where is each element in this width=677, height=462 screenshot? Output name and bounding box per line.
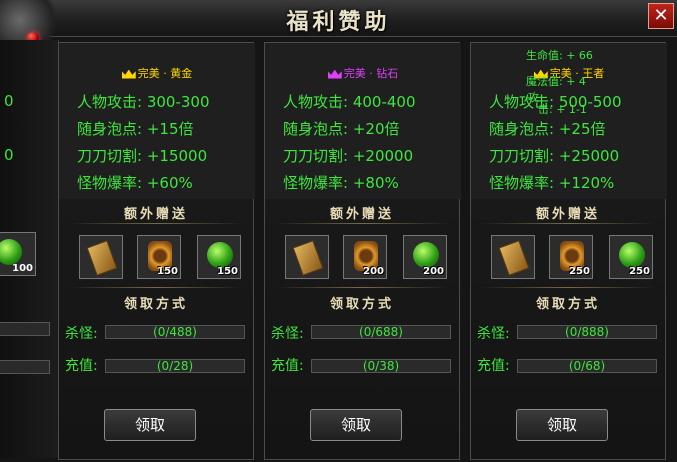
kill-progress-bar: (0/888) (517, 325, 657, 339)
tooltip-mp: 魔法值: + 4 (526, 75, 586, 88)
book-icon (292, 240, 324, 276)
partial-stat: 0 (4, 146, 14, 164)
book-icon (86, 240, 118, 276)
orb-icon (619, 242, 645, 268)
orb-icon (207, 242, 233, 268)
cut-stat: 刀刀切割: +15000 (77, 147, 208, 165)
claim-method-heading: 领取方式 (329, 297, 394, 312)
quality-label: 完美 (137, 67, 160, 80)
kill-progress-bar: (0/488) (105, 325, 245, 339)
recharge-label: 充值: (65, 358, 98, 374)
kill-progress-bar: (0/688) (311, 325, 451, 339)
divider (481, 287, 655, 288)
claim-method-heading: 领取方式 (535, 297, 600, 312)
extra-gift-heading: 额外赠送 (123, 207, 188, 222)
item-slot-orb[interactable]: 200 (403, 235, 447, 279)
book-icon (498, 240, 530, 276)
divider (69, 223, 243, 224)
partial-item-slot[interactable]: 100 (0, 232, 36, 276)
drop-stat: 怪物爆率: +80% (283, 174, 399, 192)
item-slot-medal[interactable]: 200 (343, 235, 387, 279)
divider (69, 287, 243, 288)
drop-stat: 怪物爆率: +120% (489, 174, 615, 192)
bubble-stat: 随身泡点: +25倍 (489, 120, 606, 138)
partial-stat: 0 (4, 92, 14, 110)
quality-label: 完美 (343, 67, 366, 80)
claim-method-heading: 领取方式 (123, 297, 188, 312)
divider (481, 223, 655, 224)
recharge-label: 充值: (477, 358, 510, 374)
item-slot-book[interactable] (79, 235, 123, 279)
claim-button[interactable]: 领取 (310, 409, 402, 441)
tier-header: 完美 · 钻石 (265, 65, 461, 81)
orb-icon (413, 242, 439, 268)
claim-button[interactable]: 领取 (516, 409, 608, 441)
tooltip-hp: 生命值: + 66 (526, 49, 593, 62)
tooltip-attack-value: 击: + 1-1 (538, 103, 587, 116)
stats-panel: 完美 · 钻石 人物攻击: 400-400 随身泡点: +20倍 刀刀切割: +… (265, 43, 461, 199)
item-slot-book[interactable] (285, 235, 329, 279)
item-count: 100 (12, 263, 33, 274)
recharge-progress-bar: (0/28) (105, 359, 245, 373)
kill-label: 杀怪: (65, 326, 98, 342)
recharge-label: 充值: (271, 358, 304, 374)
attack-stat: 人物攻击: 300-300 (77, 93, 210, 111)
extra-gift-heading: 额外赠送 (535, 207, 600, 222)
stat-tooltip: 生命值: + 66 魔法值: + 4 攻 击: + 1-1 (526, 50, 593, 116)
divider (275, 287, 449, 288)
item-slot-medal[interactable]: 150 (137, 235, 181, 279)
stats-panel: 完美 · 黄金 人物攻击: 300-300 随身泡点: +15倍 刀刀切割: +… (59, 43, 255, 199)
item-slot-book[interactable] (491, 235, 535, 279)
kill-label: 杀怪: (271, 326, 304, 342)
extra-gift-heading: 额外赠送 (329, 207, 394, 222)
cut-stat: 刀刀切割: +20000 (283, 147, 414, 165)
divider (275, 223, 449, 224)
crown-icon (121, 69, 136, 79)
bubble-stat: 随身泡点: +20倍 (283, 120, 400, 138)
claim-button[interactable]: 领取 (104, 409, 196, 441)
kill-label: 杀怪: (477, 326, 510, 342)
drop-stat: 怪物爆率: +60% (77, 174, 193, 192)
partial-card-left: 0 0 100 (0, 40, 59, 458)
recharge-progress-bar: (0/68) (517, 359, 657, 373)
grade-label: 钻石 (376, 67, 399, 80)
tier-card-gold: 完美 · 黄金 人物攻击: 300-300 随身泡点: +15倍 刀刀切割: +… (58, 42, 255, 460)
grade-label: 黄金 (170, 67, 193, 80)
item-slot-medal[interactable]: 250 (549, 235, 593, 279)
cut-stat: 刀刀切割: +25000 (489, 147, 620, 165)
attack-stat: 人物攻击: 400-400 (283, 93, 416, 111)
recharge-progress-bar: (0/38) (311, 359, 451, 373)
tier-card-diamond: 完美 · 钻石 人物攻击: 400-400 随身泡点: +20倍 刀刀切割: +… (264, 42, 461, 460)
item-slot-orb[interactable]: 250 (609, 235, 653, 279)
welfare-window: 福利赞助 ✕ 0 0 100 完美 · 黄金 人物攻击: 300-300 随身泡… (0, 0, 677, 462)
partial-progress-bar (0, 360, 50, 374)
window-title: 福利赞助 (286, 9, 391, 35)
close-button[interactable]: ✕ (648, 3, 674, 29)
tier-header: 完美 · 黄金 (59, 65, 255, 81)
item-slot-orb[interactable]: 150 (197, 235, 241, 279)
crown-icon (327, 69, 342, 79)
bubble-stat: 随身泡点: +15倍 (77, 120, 194, 138)
partial-progress-bar (0, 322, 50, 336)
title-bar: 福利赞助 (0, 0, 677, 37)
orb-icon (0, 239, 22, 265)
